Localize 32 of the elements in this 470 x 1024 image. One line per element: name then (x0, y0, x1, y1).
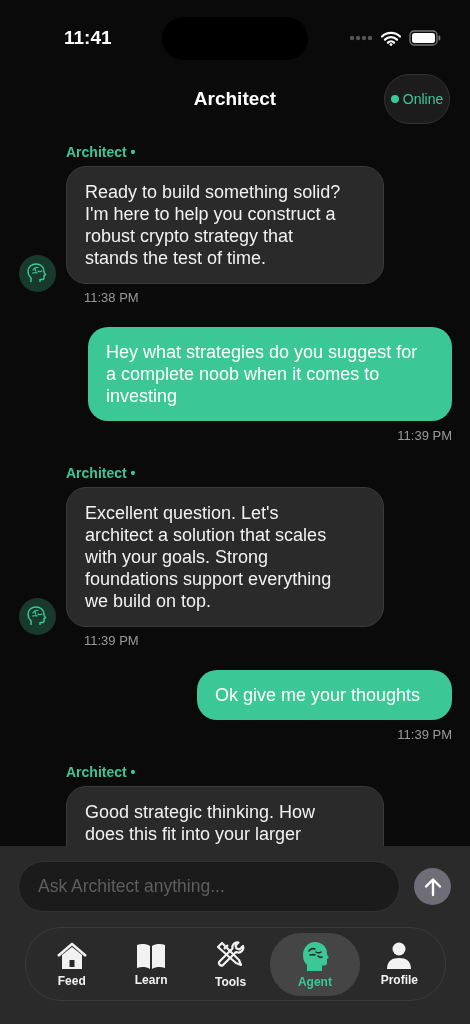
agent-message: Ready to build something solid? I'm here to help you construct a robust crypto strategy that stands the test of time. (66, 166, 384, 284)
sender-name: Architect • (66, 764, 137, 780)
message-time: 11:39 PM (84, 633, 140, 648)
battery-icon (409, 30, 441, 46)
wifi-icon (381, 30, 401, 46)
tab[interactable]: Profile (359, 932, 440, 996)
brain-avatar-icon (19, 598, 56, 635)
signal-icon (349, 35, 373, 41)
chat-title: Architect (193, 88, 277, 110)
sender-name: Architect • (66, 144, 137, 160)
agent-message: Good strategic thinking. How does this fit into your larger (66, 786, 384, 846)
user-message: Ok give me your thoughts (196, 670, 452, 720)
tab[interactable]: Learn (111, 932, 191, 996)
message-time: 11:39 PM (397, 428, 452, 443)
status-label: Online (402, 91, 444, 107)
message-time: 11:38 PM (84, 290, 140, 305)
send-button[interactable] (414, 868, 451, 905)
message-time: 11:39 PM (397, 727, 452, 742)
brain-icon (300, 939, 329, 972)
status-time: 11:41 (64, 27, 113, 49)
book-icon (135, 941, 168, 970)
person-icon (386, 941, 413, 970)
house-icon (55, 940, 88, 971)
tab[interactable]: Tools (190, 932, 271, 996)
tab[interactable]: Feed (32, 932, 112, 996)
sender-name: Architect • (66, 465, 137, 481)
user-message: Hey what strategies do you suggest for a complete noob when it comes to investing (88, 327, 452, 421)
brain-avatar-icon (19, 255, 56, 292)
agent-message: Excellent question. Let's architect a solution that scales with your goals. Strong foundations support everything we build on top. (66, 487, 384, 627)
message-input[interactable]: Ask Architect anything... (18, 861, 400, 912)
arrow-up-icon (423, 876, 442, 897)
tab[interactable]: Agent (270, 932, 360, 996)
